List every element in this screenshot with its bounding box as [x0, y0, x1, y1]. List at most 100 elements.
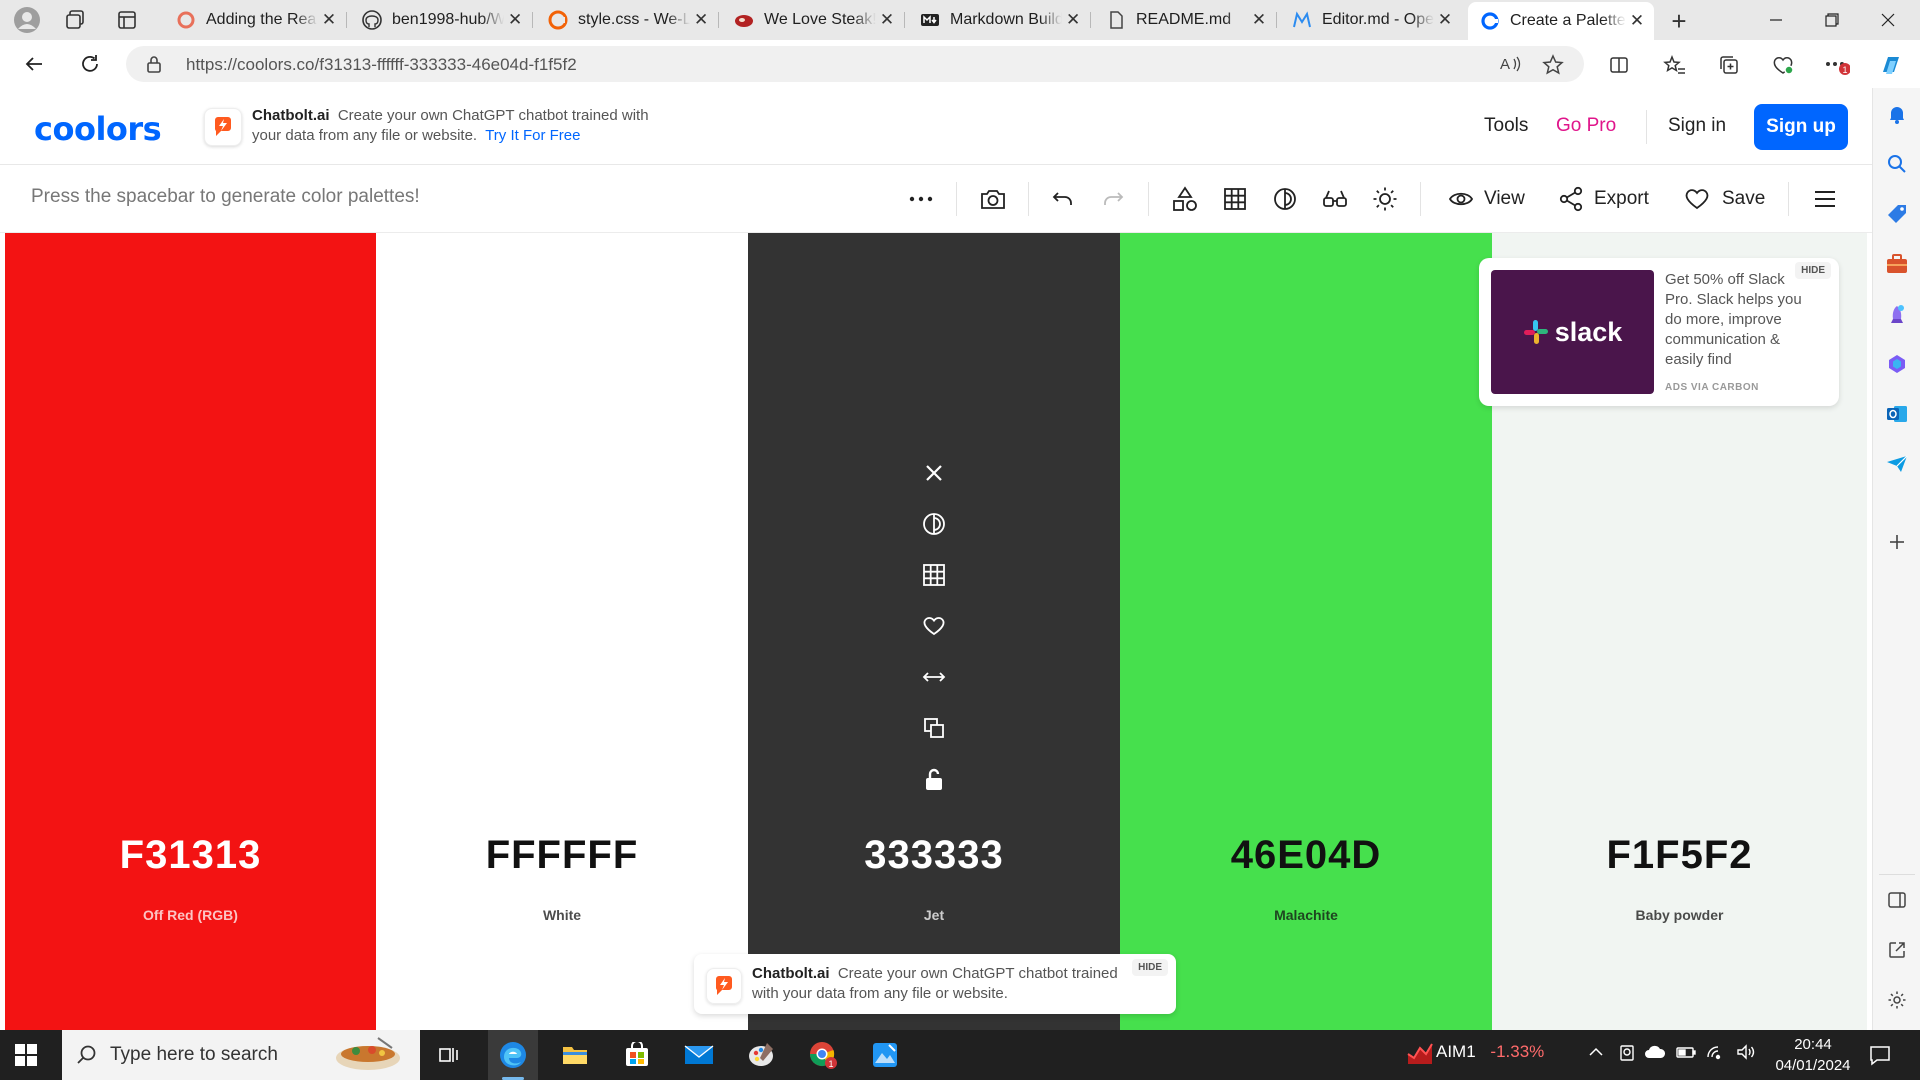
- close-tab-icon[interactable]: ✕: [504, 10, 526, 30]
- browser-tab[interactable]: Adding the Rea ✕: [164, 4, 347, 36]
- browser-tab[interactable]: style.css - We-L ✕: [536, 4, 719, 36]
- hide-ad-button[interactable]: HIDE: [1795, 262, 1831, 279]
- copilot-icon[interactable]: [1878, 52, 1904, 78]
- windows-start-icon[interactable]: [14, 1043, 38, 1067]
- ads-via-carbon-label[interactable]: ADS VIA CARBON: [1665, 382, 1759, 393]
- onedrive-cloud-icon[interactable]: [1644, 1044, 1666, 1060]
- bottom-ad[interactable]: Chatbolt.ai Create your own ChatGPT chat…: [694, 954, 1176, 1014]
- favorite-star-icon[interactable]: [1542, 54, 1564, 76]
- sidebar-settings-gear-icon[interactable]: [1885, 988, 1909, 1012]
- battery-icon[interactable]: [1676, 1044, 1696, 1060]
- swatch-hex-code[interactable]: 46E04D: [1120, 833, 1492, 878]
- glasses-icon[interactable]: [1320, 184, 1350, 214]
- save-color-heart-icon[interactable]: [921, 613, 947, 639]
- contrast-icon[interactable]: [1270, 184, 1300, 214]
- heart-icon[interactable]: [1682, 184, 1712, 214]
- swatch-color-name[interactable]: Off Red (RGB): [5, 907, 376, 923]
- brightness-icon[interactable]: [1370, 184, 1400, 214]
- task-view-icon[interactable]: [424, 1030, 474, 1080]
- meet-now-icon[interactable]: [1618, 1044, 1636, 1062]
- url-text[interactable]: https://coolors.co/f31313-ffffff-333333-…: [186, 55, 577, 75]
- sign-in-link[interactable]: Sign in: [1668, 115, 1726, 137]
- sign-up-button[interactable]: Sign up: [1754, 104, 1848, 150]
- nav-go-pro-link[interactable]: Go Pro: [1556, 115, 1616, 137]
- send-paper-plane-icon[interactable]: [1885, 452, 1909, 476]
- edge-taskbar-icon[interactable]: [488, 1030, 538, 1080]
- hamburger-menu-icon[interactable]: [1810, 184, 1840, 214]
- export-button[interactable]: Export: [1594, 188, 1649, 210]
- remove-color-icon[interactable]: [921, 460, 947, 486]
- browser-tab[interactable]: ben1998-hub/W ✕: [350, 4, 533, 36]
- refresh-button[interactable]: [76, 50, 104, 78]
- games-chess-icon[interactable]: [1885, 302, 1909, 326]
- system-clock[interactable]: 20:44 04/01/2024: [1758, 1034, 1868, 1076]
- drag-arrows-icon[interactable]: [921, 664, 947, 690]
- browser-tab-active[interactable]: Create a Palette ✕: [1468, 2, 1654, 40]
- redo-icon[interactable]: [1098, 184, 1128, 214]
- undo-icon[interactable]: [1048, 184, 1078, 214]
- close-tab-icon[interactable]: ✕: [1248, 10, 1270, 30]
- save-button[interactable]: Save: [1722, 188, 1765, 210]
- close-tab-icon[interactable]: ✕: [876, 10, 898, 30]
- more-options-icon[interactable]: [906, 184, 936, 214]
- taskbar-search[interactable]: Type here to search: [62, 1030, 420, 1080]
- color-swatch[interactable]: 46E04D Malachite: [1120, 233, 1492, 1030]
- show-hidden-icons-chevron-icon[interactable]: [1588, 1044, 1604, 1060]
- tab-actions-icon[interactable]: [116, 9, 138, 31]
- search-icon[interactable]: [1885, 152, 1909, 176]
- nav-tools-link[interactable]: Tools: [1484, 115, 1528, 137]
- grid-icon[interactable]: [1220, 184, 1250, 214]
- collections-icon[interactable]: [1716, 52, 1742, 78]
- close-tab-icon[interactable]: ✕: [1626, 11, 1648, 31]
- copy-hex-icon[interactable]: [921, 715, 947, 741]
- swatch-color-name[interactable]: White: [376, 907, 748, 923]
- minimize-button[interactable]: [1748, 0, 1804, 40]
- external-link-icon[interactable]: [1885, 938, 1909, 962]
- file-explorer-icon[interactable]: [550, 1030, 600, 1080]
- shapes-icon[interactable]: [1170, 184, 1200, 214]
- view-shades-grid-icon[interactable]: [921, 562, 947, 588]
- swatch-hex-code[interactable]: F1F5F2: [1492, 833, 1867, 878]
- new-tab-button[interactable]: +: [1664, 6, 1694, 37]
- stock-ticker-widget[interactable]: AIM1 -1.33%: [1406, 1042, 1544, 1064]
- close-tab-icon[interactable]: ✕: [1434, 10, 1456, 30]
- swatch-hex-code[interactable]: F31313: [5, 833, 376, 878]
- shopping-tag-icon[interactable]: [1885, 202, 1909, 226]
- outlook-icon[interactable]: [1885, 402, 1909, 426]
- camera-icon[interactable]: [978, 184, 1008, 214]
- swatch-hex-code[interactable]: 333333: [748, 833, 1120, 878]
- share-export-icon[interactable]: [1556, 184, 1586, 214]
- bell-icon[interactable]: [1885, 102, 1909, 126]
- close-tab-icon[interactable]: ✕: [318, 10, 340, 30]
- settings-more-icon[interactable]: 1: [1824, 52, 1850, 78]
- swatch-color-name[interactable]: Jet: [748, 907, 1120, 923]
- photos-app-icon[interactable]: [860, 1030, 910, 1080]
- close-tab-icon[interactable]: ✕: [690, 10, 712, 30]
- wifi-icon[interactable]: [1706, 1044, 1726, 1060]
- carbon-ad-text[interactable]: Get 50% off Slack Pro. Slack helps you d…: [1665, 270, 1805, 372]
- mail-icon[interactable]: [674, 1030, 724, 1080]
- restore-button[interactable]: [1804, 0, 1860, 40]
- lock-icon[interactable]: [146, 55, 162, 73]
- microsoft-store-icon[interactable]: [612, 1030, 662, 1080]
- color-swatch[interactable]: F31313 Off Red (RGB): [5, 233, 376, 1030]
- swatch-color-name[interactable]: Baby powder: [1492, 907, 1867, 923]
- paint-palette-icon[interactable]: [736, 1030, 786, 1080]
- shades-contrast-icon[interactable]: [921, 511, 947, 537]
- color-swatch[interactable]: FFFFFF White: [376, 233, 748, 1030]
- hide-bottom-ad-button[interactable]: HIDE: [1132, 959, 1168, 976]
- chrome-taskbar-icon[interactable]: 1: [798, 1030, 848, 1080]
- back-button[interactable]: [20, 50, 48, 78]
- coolors-logo[interactable]: coolors: [34, 110, 162, 148]
- unlocked-padlock-icon[interactable]: [921, 766, 947, 792]
- add-sidebar-app-icon[interactable]: [1885, 530, 1909, 554]
- browser-tab[interactable]: Markdown Build ✕: [908, 4, 1091, 36]
- address-bar[interactable]: https://coolors.co/f31313-ffffff-333333-…: [126, 46, 1584, 82]
- browser-tab[interactable]: We Love Steak! ✕: [722, 4, 905, 36]
- slack-ad-image[interactable]: slack: [1491, 270, 1654, 394]
- split-screen-icon[interactable]: [1606, 52, 1632, 78]
- read-aloud-icon[interactable]: A: [1500, 54, 1522, 74]
- swatch-hex-code[interactable]: FFFFFF: [376, 833, 748, 878]
- carbon-ad-card[interactable]: slack Get 50% off Slack Pro. Slack helps…: [1479, 258, 1839, 406]
- header-ad-cta-link[interactable]: Try It For Free: [485, 127, 580, 144]
